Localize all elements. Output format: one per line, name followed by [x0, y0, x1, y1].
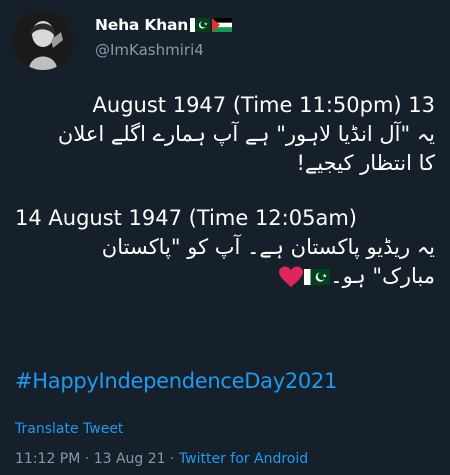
tweet-line-urdu-2: کا انتظار کیجیے! [296, 151, 435, 175]
author-display-name[interactable]: Neha Khan [95, 16, 188, 34]
meta-separator: · [165, 451, 179, 467]
translate-tweet-link[interactable]: Translate Tweet [15, 421, 123, 437]
author-name-row: Neha Khan [95, 13, 233, 37]
tweet: Neha Khan @ImKashmiri4 August 1947 (Time… [0, 0, 450, 475]
red-heart-icon [278, 266, 304, 288]
tweet-line-urdu-4-text: مبارک" ہو۔ [330, 264, 435, 288]
pakistan-flag-icon [190, 18, 211, 32]
tweet-date[interactable]: 13 Aug 21 [94, 451, 166, 467]
tweet-line-urdu-3: یہ ریڈیو پاکستان ہے۔ آپ کو "پاکستان [101, 235, 435, 259]
tweet-text: August 1947 (Time 11:50pm) 13 یہ "آل انڈ… [15, 91, 435, 291]
tweet-line-english-1: August 1947 (Time 11:50pm) 13 [92, 93, 435, 117]
tweet-line-urdu-1: یہ "آل انڈیا لاہور" ہے آپ ہمارے اگلے اعل… [57, 122, 435, 146]
pakistan-flag-icon [304, 267, 331, 287]
tweet-line-english-2: 14 August 1947 (Time 12:05am) [15, 206, 357, 230]
avatar[interactable] [13, 10, 73, 70]
tweet-source-link[interactable]: Twitter for Android [179, 451, 308, 467]
author-handle[interactable]: @ImKashmiri4 [95, 41, 232, 59]
tweet-author: Neha Khan @ImKashmiri4 [95, 13, 233, 59]
palestine-flag-icon [212, 18, 233, 32]
tweet-line-urdu-4: مبارک" ہو۔ [15, 262, 435, 291]
avatar-image [13, 10, 73, 70]
hashtag-link[interactable]: #HappyIndependenceDay2021 [15, 369, 337, 393]
meta-separator: · [80, 451, 94, 467]
tweet-metadata: 11:12 PM · 13 Aug 21 · Twitter for Andro… [15, 451, 308, 467]
tweet-time[interactable]: 11:12 PM [15, 451, 80, 467]
